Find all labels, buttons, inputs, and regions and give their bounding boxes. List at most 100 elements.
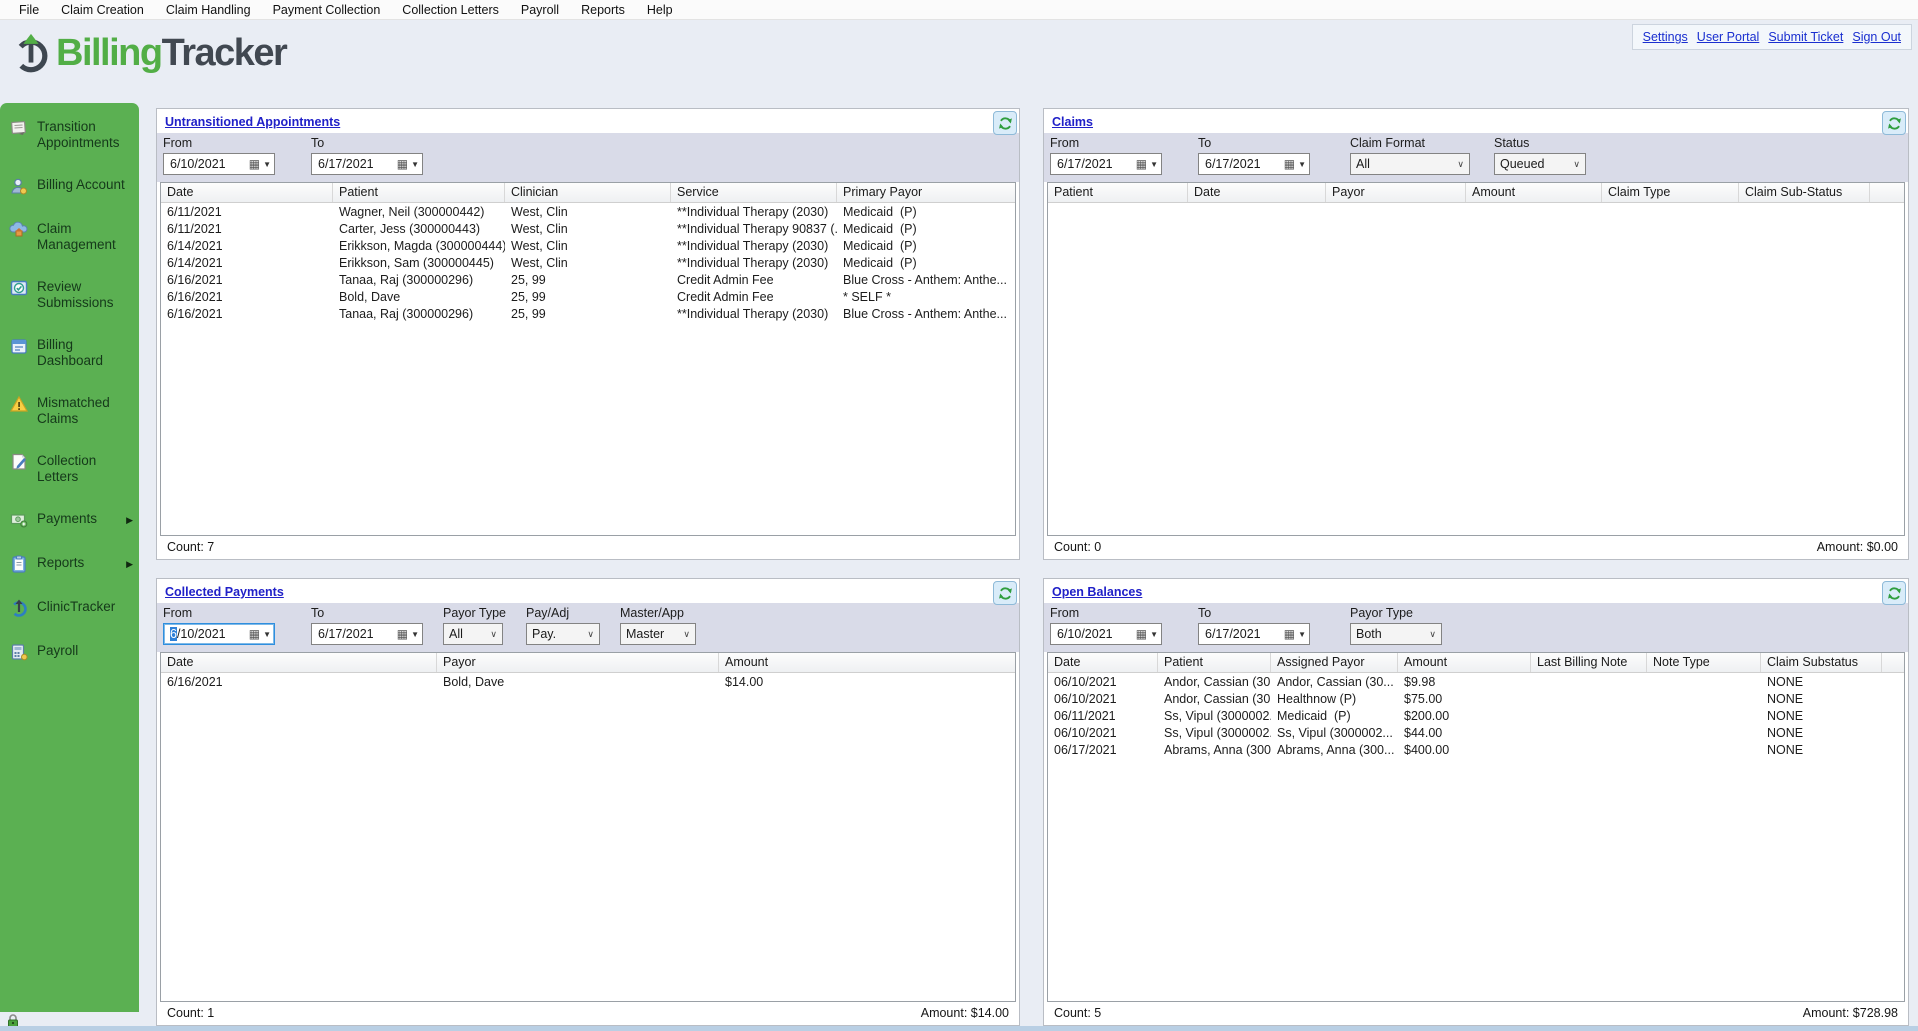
sidebar-item-clinictracker[interactable]: ClinicTracker [9, 599, 135, 618]
link-sign-out[interactable]: Sign Out [1852, 30, 1901, 44]
from-date-input[interactable]: 6/10/2021 ▦▼ [163, 623, 275, 645]
column-header-date[interactable]: Date [161, 653, 437, 672]
column-header-claim-sub-status[interactable]: Claim Sub-Status [1739, 183, 1870, 202]
sidebar-item-collection-letters[interactable]: Collection Letters [9, 453, 135, 486]
table-row[interactable]: 6/11/2021Carter, Jess (300000443)West, C… [161, 220, 1015, 237]
untransitioned-appointments-title-link[interactable]: Untransitioned Appointments [157, 109, 348, 133]
status-select[interactable]: Queued∨ [1494, 153, 1586, 175]
from-date-input[interactable]: 6/10/2021 ▦▼ [1050, 623, 1162, 645]
column-header-amount[interactable]: Amount [719, 653, 1015, 672]
table-cell: Wagner, Neil (300000442) [333, 205, 505, 219]
collected-payments-table[interactable]: DatePayorAmount6/16/2021Bold, Dave$14.00 [160, 652, 1016, 1002]
column-header-last-billing-note[interactable]: Last Billing Note [1531, 653, 1647, 672]
column-header-claim-type[interactable]: Claim Type [1602, 183, 1739, 202]
menu-item-collection-letters[interactable]: Collection Letters [391, 3, 510, 17]
sidebar-item-reports[interactable]: Reports▶ [9, 555, 135, 574]
table-cell: Andor, Cassian (30... [1271, 675, 1398, 689]
column-header-date[interactable]: Date [1048, 653, 1158, 672]
calendar-icon: ▦ [249, 628, 260, 640]
column-header-payor[interactable]: Payor [437, 653, 719, 672]
to-date-input[interactable]: 6/17/2021 ▦▼ [311, 623, 423, 645]
link-submit-ticket[interactable]: Submit Ticket [1768, 30, 1843, 44]
payroll-icon [9, 642, 29, 662]
dropdown-arrow-icon[interactable]: ▼ [411, 630, 419, 639]
sidebar-item-billing-dashboard[interactable]: Billing Dashboard [9, 337, 135, 370]
column-header-claim-substatus[interactable]: Claim Substatus [1761, 653, 1882, 672]
sidebar-item-payroll[interactable]: Payroll [9, 643, 135, 662]
claim-format-select[interactable]: All∨ [1350, 153, 1470, 175]
menu-item-claim-handling[interactable]: Claim Handling [155, 3, 262, 17]
claims-title-link[interactable]: Claims [1044, 109, 1101, 133]
column-header-amount[interactable]: Amount [1398, 653, 1531, 672]
dropdown-arrow-icon[interactable]: ▼ [1150, 160, 1158, 169]
table-row[interactable]: 6/14/2021Erikkson, Magda (300000444)West… [161, 237, 1015, 254]
table-row[interactable]: 6/16/2021Bold, Dave25, 99Credit Admin Fe… [161, 288, 1015, 305]
column-header-patient[interactable]: Patient [333, 183, 505, 202]
menu-item-help[interactable]: Help [636, 3, 684, 17]
menu-item-reports[interactable]: Reports [570, 3, 636, 17]
column-header-patient[interactable]: Patient [1048, 183, 1188, 202]
dropdown-arrow-icon[interactable]: ▼ [411, 160, 419, 169]
sidebar-item-mismatched-claims[interactable]: Mismatched Claims [9, 395, 135, 428]
column-header-assigned-payor[interactable]: Assigned Payor [1271, 653, 1398, 672]
sidebar-item-review-submissions[interactable]: Review Submissions [9, 279, 135, 312]
column-header-note-type[interactable]: Note Type [1647, 653, 1761, 672]
column-header-payor[interactable]: Payor [1326, 183, 1466, 202]
claims-table[interactable]: PatientDatePayorAmountClaim TypeClaim Su… [1047, 182, 1905, 536]
table-row[interactable]: 06/11/2021Ss, Vipul (3000002...Medicaid … [1048, 707, 1904, 724]
refresh-button[interactable] [1882, 581, 1906, 605]
link-settings[interactable]: Settings [1643, 30, 1688, 44]
link-user-portal[interactable]: User Portal [1697, 30, 1760, 44]
column-header-clinician[interactable]: Clinician [505, 183, 671, 202]
table-row[interactable]: 06/10/2021Andor, Cassian (30...Andor, Ca… [1048, 673, 1904, 690]
dropdown-arrow-icon[interactable]: ▼ [263, 630, 271, 639]
column-header-date[interactable]: Date [161, 183, 333, 202]
dropdown-arrow-icon[interactable]: ▼ [1298, 160, 1306, 169]
to-date-input[interactable]: 6/17/2021 ▦▼ [1198, 623, 1310, 645]
sidebar-item-transition-appointments[interactable]: Transition Appointments [9, 119, 135, 152]
refresh-button[interactable] [993, 111, 1017, 135]
dropdown-arrow-icon[interactable]: ▼ [1150, 630, 1158, 639]
pay-adj-select[interactable]: Pay.∨ [526, 623, 600, 645]
to-date-input[interactable]: 6/17/2021 ▦▼ [311, 153, 423, 175]
table-row[interactable]: 06/10/2021Ss, Vipul (3000002...Ss, Vipul… [1048, 724, 1904, 741]
menu-item-claim-creation[interactable]: Claim Creation [50, 3, 155, 17]
sidebar-item-claim-management[interactable]: Claim Management [9, 221, 135, 254]
column-header-amount[interactable]: Amount [1466, 183, 1602, 202]
table-cell: 6/14/2021 [161, 239, 333, 253]
table-row[interactable]: 06/10/2021Andor, Cassian (30...Healthnow… [1048, 690, 1904, 707]
from-date-input[interactable]: 6/17/2021 ▦▼ [1050, 153, 1162, 175]
menu-item-payment-collection[interactable]: Payment Collection [262, 3, 392, 17]
column-header-blank[interactable] [1882, 653, 1904, 672]
refresh-button[interactable] [993, 581, 1017, 605]
table-row[interactable]: 06/17/2021Abrams, Anna (300...Abrams, An… [1048, 741, 1904, 758]
table-row[interactable]: 6/16/2021Tanaa, Raj (300000296)25, 99Cre… [161, 271, 1015, 288]
sidebar-item-payments[interactable]: Payments▶ [9, 511, 135, 530]
column-header-service[interactable]: Service [671, 183, 837, 202]
column-header-patient[interactable]: Patient [1158, 653, 1271, 672]
collected-payments-title-link[interactable]: Collected Payments [157, 579, 292, 603]
column-header-date[interactable]: Date [1188, 183, 1326, 202]
table-row[interactable]: 6/14/2021Erikkson, Sam (300000445)West, … [161, 254, 1015, 271]
table-cell: Ss, Vipul (3000002... [1158, 709, 1271, 723]
table-row[interactable]: 6/11/2021Wagner, Neil (300000442)West, C… [161, 203, 1015, 220]
to-date-input[interactable]: 6/17/2021 ▦▼ [1198, 153, 1310, 175]
open-balances-title-link[interactable]: Open Balances [1044, 579, 1150, 603]
from-date-input[interactable]: 6/10/2021 ▦▼ [163, 153, 275, 175]
menu-item-payroll[interactable]: Payroll [510, 3, 570, 17]
dropdown-arrow-icon[interactable]: ▼ [263, 160, 271, 169]
refresh-button[interactable] [1882, 111, 1906, 135]
payor-type-select[interactable]: All∨ [443, 623, 503, 645]
column-header-primary-payor[interactable]: Primary Payor [837, 183, 1015, 202]
master-app-select[interactable]: Master∨ [620, 623, 696, 645]
menu-item-file[interactable]: File [8, 3, 50, 17]
column-header-blank[interactable] [1870, 183, 1904, 202]
payor-type-select[interactable]: Both∨ [1350, 623, 1442, 645]
table-row[interactable]: 6/16/2021Bold, Dave$14.00 [161, 673, 1015, 690]
sidebar-item-billing-account[interactable]: Billing Account [9, 177, 135, 196]
table-row[interactable]: 6/16/2021Tanaa, Raj (300000296)25, 99**I… [161, 305, 1015, 322]
open-balances-table[interactable]: DatePatientAssigned PayorAmountLast Bill… [1047, 652, 1905, 1002]
table-cell: Blue Cross - Anthem: Anthe... [837, 307, 1015, 321]
dropdown-arrow-icon[interactable]: ▼ [1298, 630, 1306, 639]
untransitioned-appointments-table[interactable]: DatePatientClinicianServicePrimary Payor… [160, 182, 1016, 536]
